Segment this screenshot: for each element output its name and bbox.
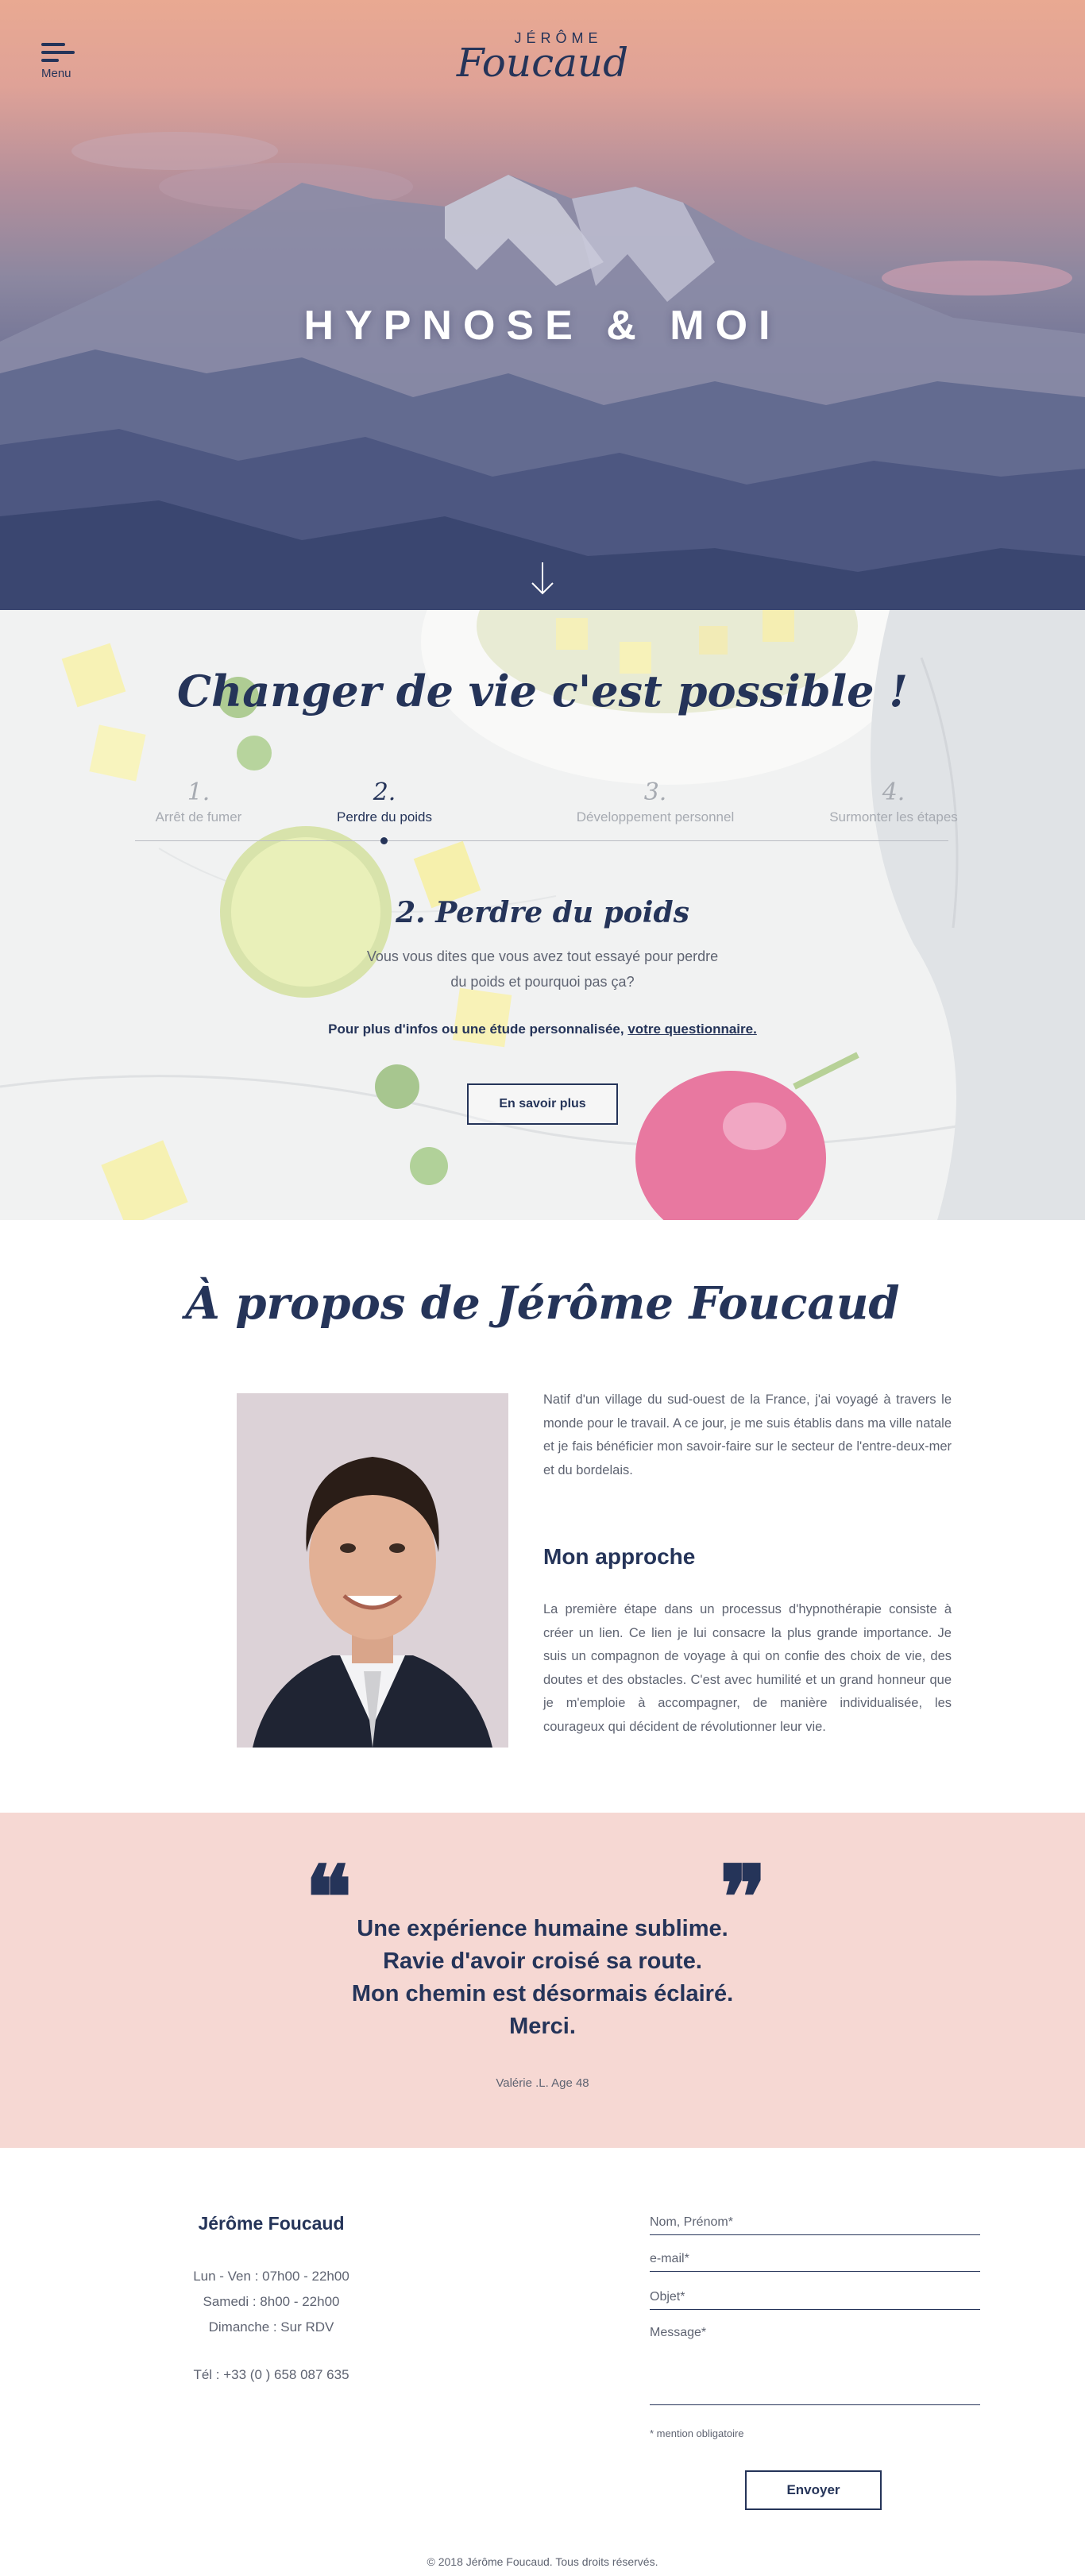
tab-developpement-personnel[interactable]: 3. Développement personnel (532, 778, 778, 825)
hours-line: Samedi : 8h00 - 22h00 (203, 2294, 340, 2309)
hero-section: Menu JÉRÔME Foucaud HYPNOSE & MOI (0, 0, 1085, 610)
tab-number: 3. (643, 778, 667, 806)
quote-line: Ravie d'avoir croisé sa route. (383, 1948, 702, 1974)
testimonial-section: ❝ ❞ Une expérience humaine sublime. Ravi… (0, 1813, 1085, 2148)
step-subtitle: 2. Perdre du poids (396, 896, 689, 929)
send-button[interactable]: Envoyer (745, 2470, 882, 2510)
tab-label: Perdre du poids (336, 809, 433, 825)
tab-number: 4. (882, 778, 905, 806)
quote-line: Merci. (509, 2014, 576, 2039)
quote-line: Une expérience humaine sublime. (357, 1916, 728, 1941)
hours-line: Dimanche : Sur RDV (208, 2319, 334, 2335)
hero-title: HYPNOSE & MOI (303, 303, 782, 349)
contact-name: Jérôme Foucaud (198, 2213, 345, 2234)
tab-label: Surmonter les étapes (829, 809, 958, 825)
approach-title: Mon approche (543, 1544, 696, 1569)
steps-section: Changer de vie c'est possible ! 1. Arrêt… (0, 610, 1085, 1220)
testimonial-quote: Une expérience humaine sublime. Ravie d'… (0, 1913, 1085, 2043)
required-mention: * mention obligatoire (650, 2427, 744, 2439)
email-field[interactable] (650, 2250, 980, 2272)
quote-line: Mon chemin est désormais éclairé. (351, 1981, 734, 2006)
copyright: © 2018 Jérôme Foucaud. Tous droits réser… (427, 2555, 658, 2568)
active-tab-indicator (380, 837, 388, 844)
arrow-down-icon[interactable] (529, 561, 556, 596)
steps-title: Changer de vie c'est possible ! (177, 666, 908, 716)
steps-tabs: 1. Arrêt de fumer 2. Perdre du poids 3. … (135, 778, 958, 844)
step-info: Pour plus d'infos ou une étude personnal… (0, 1022, 1085, 1037)
questionnaire-link[interactable]: votre questionnaire. (627, 1022, 756, 1037)
contact-phone[interactable]: Tél : +33 (0 ) 658 087 635 (135, 2367, 407, 2383)
tab-number: 1. (187, 778, 210, 806)
tab-label: Développement personnel (576, 809, 735, 825)
opening-hours: Lun - Ven : 07h00 - 22h00 Samedi : 8h00 … (135, 2264, 407, 2340)
about-text: Natif d'un village du sud-ouest de la Fr… (543, 1392, 952, 1477)
learn-more-button[interactable]: En savoir plus (467, 1083, 618, 1125)
tab-arret-de-fumer[interactable]: 1. Arrêt de fumer (111, 778, 286, 825)
name-field[interactable] (650, 2213, 980, 2235)
approach-text: La première étape dans un processus d'hy… (543, 1602, 952, 1734)
hours-line: Lun - Ven : 07h00 - 22h00 (193, 2269, 349, 2284)
step-description: Vous vous dites que vous avez tout essay… (318, 944, 767, 994)
step-description-line: du poids et pourquoi pas ça? (450, 974, 635, 990)
about-title: À propos de Jérôme Foucaud (185, 1277, 900, 1330)
tab-perdre-du-poids[interactable]: 2. Perdre du poids (297, 778, 472, 825)
tab-label: Arrêt de fumer (155, 809, 242, 825)
message-field[interactable] (650, 2326, 980, 2405)
portrait-photo (237, 1393, 508, 1748)
tab-surmonter-les-etapes[interactable]: 4. Surmonter les étapes (786, 778, 1001, 825)
logo-lastname: Foucaud (456, 40, 629, 86)
subject-field[interactable] (650, 2288, 980, 2310)
about-section: À propos de Jérôme Foucaud Natif d'un vi… (0, 1220, 1085, 1813)
site-logo[interactable]: JÉRÔME Foucaud (0, 30, 1085, 86)
testimonial-author: Valérie .L. Age 48 (496, 2076, 589, 2090)
contact-section: Jérôme Foucaud Lun - Ven : 07h00 - 22h00… (0, 2148, 1085, 2576)
tabs-divider (135, 840, 948, 841)
step-info-text: Pour plus d'infos ou une étude personnal… (328, 1022, 624, 1037)
tab-number: 2. (373, 778, 396, 806)
person-illustration (237, 1393, 508, 1748)
step-description-line: Vous vous dites que vous avez tout essay… (366, 948, 719, 964)
